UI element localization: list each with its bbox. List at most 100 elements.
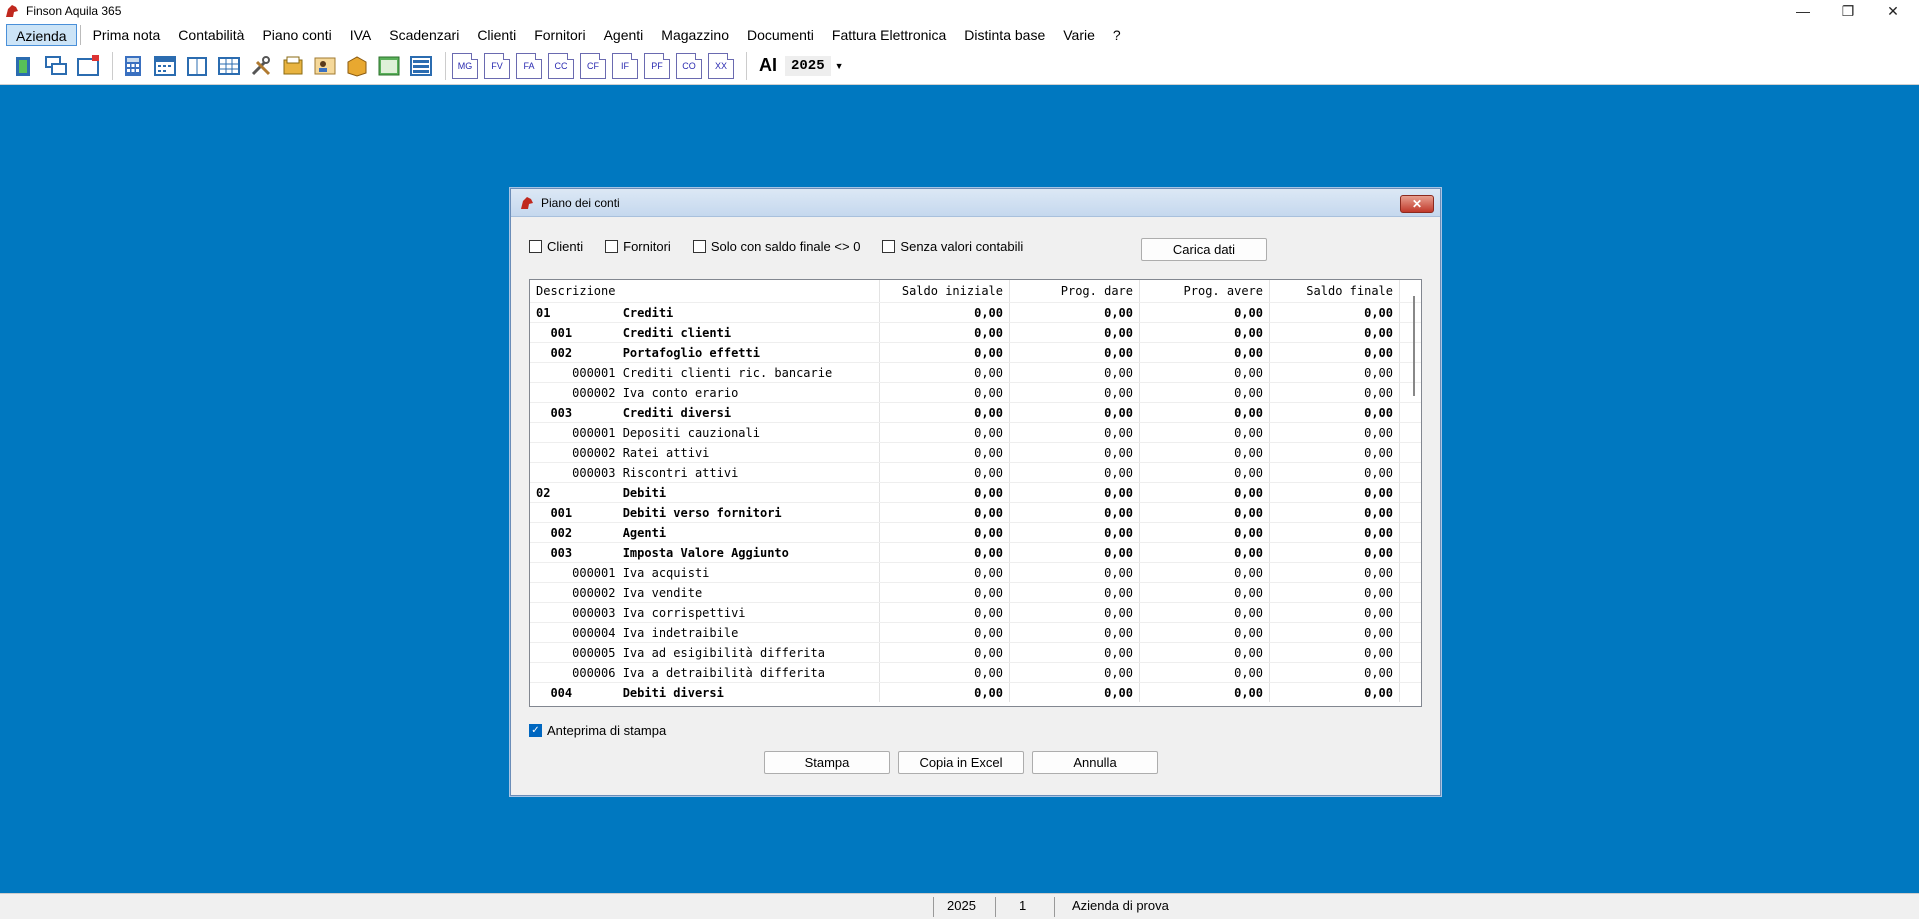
status-bar: 2025 1 Azienda di prova [0,893,1919,919]
table-icon[interactable] [215,52,243,80]
col-header-description[interactable]: Descrizione [530,280,880,302]
table-row[interactable]: 000005 Iva ad esigibilità differita 0,00 0… [530,642,1421,662]
doc-pf-icon[interactable]: PF [644,52,670,79]
grid-header: Descrizione Saldo iniziale Prog. dare Pr… [530,280,1421,302]
load-data-button[interactable]: Carica dati [1141,238,1267,261]
menu-item-distinta-base[interactable]: Distinta base [955,24,1054,46]
cell-description: 003 Crediti diversi [530,403,880,422]
copy-excel-button[interactable]: Copia in Excel [898,751,1024,774]
table-row[interactable]: 01 Crediti 0,00 0,00 0,00 0,00 [530,302,1421,322]
table-row[interactable]: 001 Debiti verso fornitori 0,00 0,00 0,00 0,… [530,502,1421,522]
cell-value: 0,00 [1270,643,1400,662]
table-row[interactable]: 002 Agenti 0,00 0,00 0,00 0,00 [530,522,1421,542]
menu-item-prima-nota[interactable]: Prima nota [84,24,170,46]
vertical-scrollbar[interactable] [1413,296,1415,396]
menu-item-iva[interactable]: IVA [341,24,381,46]
cell-value: 0,00 [1010,503,1140,522]
cell-value: 0,00 [1270,303,1400,322]
cancel-button[interactable]: Annulla [1032,751,1158,774]
table-row[interactable]: 004 Debiti diversi 0,00 0,00 0,00 0,00 [530,682,1421,702]
cell-description: 001 Crediti clienti [530,323,880,342]
toolbar: MG FV FA CC CF IF PF CO XX AI 2025 ▼ [0,47,1919,85]
table-row[interactable]: 001 Crediti clienti 0,00 0,00 0,00 0,00 [530,322,1421,342]
doc-if-icon[interactable]: IF [612,52,638,79]
cell-value: 0,00 [1010,543,1140,562]
clienti-checkbox[interactable]: Clienti [529,239,583,254]
doc-cf-icon[interactable]: CF [580,52,606,79]
menu-separator [79,24,81,45]
menu-item-clienti[interactable]: Clienti [468,24,525,46]
list-icon[interactable] [407,52,435,80]
col-header-prog-dare[interactable]: Prog. dare [1010,280,1140,302]
cell-value: 0,00 [1270,403,1400,422]
status-separator [1054,897,1055,917]
doc-co-icon[interactable]: CO [676,52,702,79]
doc-xx-icon[interactable]: XX [708,52,734,79]
spreadsheet-icon[interactable] [375,52,403,80]
year-select[interactable]: 2025 [785,55,831,76]
table-row[interactable]: 02 Debiti 0,00 0,00 0,00 0,00 [530,482,1421,502]
contact-icon[interactable] [311,52,339,80]
print-button[interactable]: Stampa [764,751,890,774]
close-windows-icon[interactable] [74,52,102,80]
tools-icon[interactable] [247,52,275,80]
table-row[interactable]: 000003 Riscontri attivi 0,00 0,00 0,00 0,00 [530,462,1421,482]
cell-value: 0,00 [880,663,1010,682]
table-row[interactable]: 000002 Iva vendite 0,00 0,00 0,00 0,00 [530,582,1421,602]
table-row[interactable]: 000002 Ratei attivi 0,00 0,00 0,00 0,00 [530,442,1421,462]
calculator-icon[interactable] [119,52,147,80]
menu-item-magazzino[interactable]: Magazzino [652,24,738,46]
menu-item-azienda[interactable]: Azienda [6,23,77,46]
minimize-icon[interactable]: — [1781,0,1825,22]
box-icon[interactable] [343,52,371,80]
accounts-grid[interactable]: Descrizione Saldo iniziale Prog. dare Pr… [529,279,1422,707]
table-row[interactable]: 003 Crediti diversi 0,00 0,00 0,00 0,00 [530,402,1421,422]
menu-item-documenti[interactable]: Documenti [738,24,823,46]
table-row[interactable]: 000001 Iva acquisti 0,00 0,00 0,00 0,00 [530,562,1421,582]
menu-item-varie[interactable]: Varie [1054,24,1104,46]
table-row[interactable]: 000002 Iva conto erario 0,00 0,00 0,00 0,00 [530,382,1421,402]
menu-item-contabilit[interactable]: Contabilità [169,24,253,46]
col-header-saldo-iniziale[interactable]: Saldo iniziale [880,280,1010,302]
cell-value: 0,00 [880,443,1010,462]
print-preview-checkbox[interactable]: ✓ Anteprima di stampa [529,723,666,738]
calendar-icon[interactable] [151,52,179,80]
exit-door-icon[interactable] [10,52,38,80]
menu-item-fornitori[interactable]: Fornitori [525,24,594,46]
table-row[interactable]: 003 Imposta Valore Aggiunto 0,00 0,00 0,00 0… [530,542,1421,562]
dialog-close-button[interactable]: ✕ [1400,195,1434,213]
cell-value: 0,00 [880,483,1010,502]
close-icon[interactable]: ✕ [1871,0,1915,22]
menu-item-scadenzari[interactable]: Scadenzari [380,24,468,46]
chevron-down-icon[interactable]: ▼ [835,61,844,71]
menu-item-piano-conti[interactable]: Piano conti [253,24,340,46]
ai-button[interactable]: AI [759,55,777,76]
card-file-icon[interactable] [279,52,307,80]
menu-item-agenti[interactable]: Agenti [595,24,653,46]
col-header-saldo-finale[interactable]: Saldo finale [1270,280,1400,302]
table-row[interactable]: 000001 Crediti clienti ric. bancarie 0,00… [530,362,1421,382]
doc-mg-icon[interactable]: MG [452,52,478,79]
senza-valori-checkbox[interactable]: Senza valori contabili [882,239,1023,254]
windows-cascade-icon[interactable] [42,52,70,80]
toolbar-separator [112,51,113,80]
agenda-icon[interactable] [183,52,211,80]
print-preview-label: Anteprima di stampa [547,723,667,738]
doc-fv-icon[interactable]: FV [484,52,510,79]
table-row[interactable]: 000003 Iva corrispettivi 0,00 0,00 0,00 0,00 [530,602,1421,622]
menu-item-fattura-elettronica[interactable]: Fattura Elettronica [823,24,955,46]
cell-value: 0,00 [1270,563,1400,582]
doc-cc-icon[interactable]: CC [548,52,574,79]
menu-item-help[interactable]: ? [1104,24,1130,46]
table-row[interactable]: 002 Portafoglio effetti 0,00 0,00 0,00 0,00 [530,342,1421,362]
restore-icon[interactable]: ❐ [1826,0,1870,22]
doc-fa-icon[interactable]: FA [516,52,542,79]
cell-value: 0,00 [1270,603,1400,622]
fornitori-checkbox[interactable]: Fornitori [605,239,671,254]
table-row[interactable]: 000004 Iva indetraibile 0,00 0,00 0,00 0,00 [530,622,1421,642]
solo-saldo-checkbox[interactable]: Solo con saldo finale <> 0 [692,239,860,254]
cell-value: 0,00 [1010,423,1140,442]
table-row[interactable]: 000006 Iva a detraibilità differita 0,00 0… [530,662,1421,682]
col-header-prog-avere[interactable]: Prog. avere [1140,280,1270,302]
table-row[interactable]: 000001 Depositi cauzionali 0,00 0,00 0,00 0,… [530,422,1421,442]
